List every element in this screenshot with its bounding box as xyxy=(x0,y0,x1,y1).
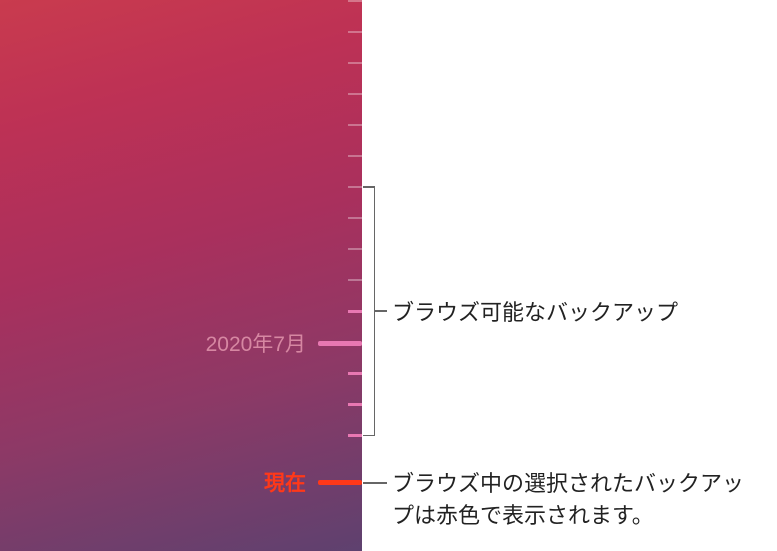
callout-browsable-backups: ブラウズ可能なバックアップ xyxy=(392,297,678,329)
timeline-tick[interactable] xyxy=(348,279,362,281)
callout-leader-line xyxy=(363,482,387,484)
callout-bracket xyxy=(363,186,375,436)
timeline-tick[interactable] xyxy=(348,124,362,126)
timeline-now-label: 現在 xyxy=(264,467,306,497)
timeline-date-label: 2020年7月 xyxy=(206,328,306,358)
timeline-tick[interactable] xyxy=(348,93,362,95)
timeline-panel: 2020年7月 現在 xyxy=(0,0,362,551)
timeline-tick[interactable] xyxy=(348,0,362,2)
timeline-tick-pink[interactable] xyxy=(348,372,362,375)
timeline-tick-now[interactable] xyxy=(318,480,362,485)
timeline-tick-pink[interactable] xyxy=(348,310,362,313)
timeline-tick-pink[interactable] xyxy=(348,434,362,437)
callout-selected-backup: ブラウズ中の選択されたバックアップは赤色で表示されます。 xyxy=(392,468,762,532)
timeline-tick-pink[interactable] xyxy=(348,403,362,406)
timeline-tick[interactable] xyxy=(348,62,362,64)
timeline-tick[interactable] xyxy=(348,31,362,33)
timeline-tick[interactable] xyxy=(348,186,362,188)
timeline-tick[interactable] xyxy=(348,248,362,250)
timeline-tick[interactable] xyxy=(348,155,362,157)
timeline-tick[interactable] xyxy=(348,217,362,219)
timeline-tick-july[interactable] xyxy=(318,341,362,346)
callout-leader-line xyxy=(375,310,387,312)
